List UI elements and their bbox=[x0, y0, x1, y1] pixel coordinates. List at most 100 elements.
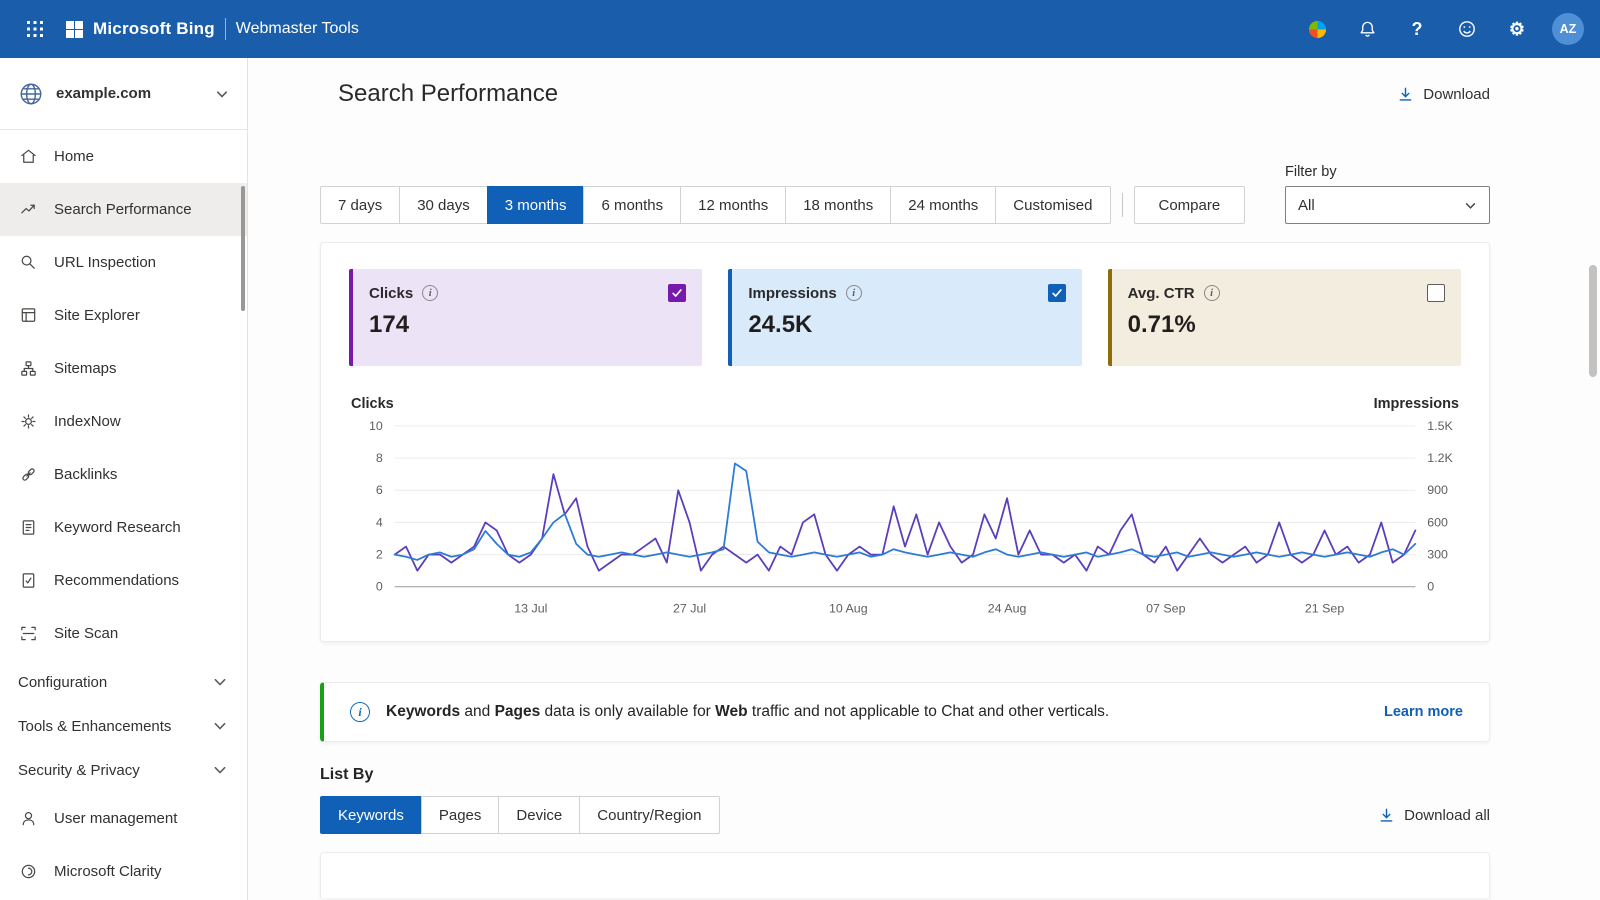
filter-row: 7 days30 days3 months6 months12 months18… bbox=[320, 164, 1490, 224]
svg-text:13 Jul: 13 Jul bbox=[514, 602, 547, 616]
sidebar-item-label: URL Inspection bbox=[54, 254, 156, 271]
results-table-start bbox=[320, 852, 1490, 898]
sidebar-item-recommendations[interactable]: Recommendations bbox=[0, 554, 247, 607]
person-icon bbox=[18, 809, 38, 829]
svg-text:21 Sep: 21 Sep bbox=[1305, 602, 1344, 616]
metric-card-impressions[interactable]: Impressionsi 24.5K bbox=[728, 269, 1081, 366]
sidebar-nav: Home Search Performance URL Inspection Site… bbox=[0, 130, 247, 898]
sidebar-item-url-inspection[interactable]: URL Inspection bbox=[0, 236, 247, 289]
range-tab-6-months[interactable]: 6 months bbox=[583, 186, 681, 224]
sidebar-item-label: Home bbox=[54, 148, 94, 165]
sidebar-item-sitemaps[interactable]: Sitemaps bbox=[0, 342, 247, 395]
svg-text:8: 8 bbox=[376, 451, 383, 465]
metric-checkbox[interactable] bbox=[668, 284, 686, 302]
svg-text:07 Sep: 07 Sep bbox=[1146, 602, 1185, 616]
range-tab-30-days[interactable]: 30 days bbox=[399, 186, 488, 224]
top-bar: Microsoft Bing Webmaster Tools ? ⚙ AZ bbox=[0, 0, 1600, 58]
download-icon bbox=[1397, 86, 1414, 103]
download-label: Download bbox=[1423, 86, 1490, 103]
site-selector[interactable]: example.com bbox=[0, 58, 247, 130]
page-scrollbar[interactable] bbox=[1589, 265, 1597, 377]
sidebar-item-keyword-research[interactable]: Keyword Research bbox=[0, 501, 247, 554]
notifications-bell-icon[interactable] bbox=[1348, 10, 1386, 48]
sidebar-item-label: Search Performance bbox=[54, 201, 192, 218]
info-icon[interactable]: i bbox=[422, 285, 438, 301]
sidebar-item-search-performance[interactable]: Search Performance bbox=[0, 183, 247, 236]
sidebar-section-tools-enhancements[interactable]: Tools & Enhancements bbox=[0, 704, 247, 748]
filter-select[interactable]: All bbox=[1285, 186, 1490, 224]
copilot-icon[interactable] bbox=[1298, 10, 1336, 48]
list-by-row: KeywordsPagesDeviceCountry/Region Downlo… bbox=[320, 796, 1490, 834]
range-tab-24-months[interactable]: 24 months bbox=[890, 186, 996, 224]
range-tab-12-months[interactable]: 12 months bbox=[680, 186, 786, 224]
sidebar-item-home[interactable]: Home bbox=[0, 130, 247, 183]
filter-select-value: All bbox=[1298, 197, 1315, 214]
sidebar-section-configuration[interactable]: Configuration bbox=[0, 660, 247, 704]
range-tab-customised[interactable]: Customised bbox=[995, 186, 1110, 224]
svg-text:1.5K: 1.5K bbox=[1427, 419, 1453, 433]
range-tab-18-months[interactable]: 18 months bbox=[785, 186, 891, 224]
help-icon[interactable]: ? bbox=[1398, 10, 1436, 48]
range-tab-7-days[interactable]: 7 days bbox=[320, 186, 400, 224]
chevron-down-icon bbox=[213, 763, 227, 777]
sidebar-item-microsoft-clarity[interactable]: Microsoft Clarity bbox=[0, 845, 247, 898]
download-button[interactable]: Download bbox=[1397, 86, 1490, 103]
link-icon bbox=[18, 465, 38, 485]
sidebar-item-site-explorer[interactable]: Site Explorer bbox=[0, 289, 247, 342]
clarity-icon bbox=[18, 862, 38, 882]
sidebar-item-label: Site Explorer bbox=[54, 307, 140, 324]
range-tab-3-months[interactable]: 3 months bbox=[487, 186, 585, 224]
svg-text:27 Jul: 27 Jul bbox=[673, 602, 706, 616]
svg-text:2: 2 bbox=[376, 548, 383, 562]
user-avatar[interactable]: AZ bbox=[1552, 13, 1584, 45]
listby-tab-device[interactable]: Device bbox=[498, 796, 580, 834]
page-title: Search Performance bbox=[338, 80, 558, 108]
chart-container: 024681003006009001.2K1.5K13 Jul27 Jul10 … bbox=[349, 414, 1461, 631]
trend-icon bbox=[18, 200, 38, 220]
svg-text:0: 0 bbox=[376, 580, 383, 594]
metric-checkbox[interactable] bbox=[1048, 284, 1066, 302]
keyword-icon bbox=[18, 518, 38, 538]
banner-text-segment: data is only available for bbox=[540, 703, 715, 720]
learn-more-link[interactable]: Learn more bbox=[1384, 704, 1463, 720]
metric-value: 24.5K bbox=[748, 311, 1065, 339]
svg-text:10 Aug: 10 Aug bbox=[829, 602, 868, 616]
svg-text:6: 6 bbox=[376, 483, 383, 497]
performance-line-chart[interactable]: 024681003006009001.2K1.5K13 Jul27 Jul10 … bbox=[349, 414, 1461, 626]
settings-gear-icon[interactable]: ⚙ bbox=[1498, 10, 1536, 48]
metric-checkbox[interactable] bbox=[1427, 284, 1445, 302]
sidebar-item-label: Recommendations bbox=[54, 572, 179, 589]
compare-button[interactable]: Compare bbox=[1134, 186, 1246, 224]
info-icon[interactable]: i bbox=[1204, 285, 1220, 301]
download-all-button[interactable]: Download all bbox=[1378, 807, 1490, 824]
sidebar-item-user-management[interactable]: User management bbox=[0, 792, 247, 845]
brand-divider bbox=[225, 18, 226, 40]
page-header: Search Performance Download bbox=[248, 58, 1600, 130]
info-icon[interactable]: i bbox=[846, 285, 862, 301]
banner-text-segment: Pages bbox=[495, 703, 541, 720]
list-by-tabs: KeywordsPagesDeviceCountry/Region bbox=[320, 796, 720, 834]
sidebar-item-label: User management bbox=[54, 810, 177, 827]
app-launcher-icon[interactable] bbox=[16, 10, 54, 48]
metric-card-clicks[interactable]: Clicksi174 bbox=[349, 269, 702, 366]
sidebar-item-site-scan[interactable]: Site Scan bbox=[0, 607, 247, 660]
listby-tab-keywords[interactable]: Keywords bbox=[320, 796, 422, 834]
site-explorer-icon bbox=[18, 306, 38, 326]
svg-text:4: 4 bbox=[376, 515, 383, 529]
sidebar-item-indexnow[interactable]: IndexNow bbox=[0, 395, 247, 448]
sidebar-scrollbar[interactable] bbox=[241, 186, 245, 311]
listby-tab-country-region[interactable]: Country/Region bbox=[579, 796, 719, 834]
sidebar-item-backlinks[interactable]: Backlinks bbox=[0, 448, 247, 501]
metric-card-top: Impressionsi bbox=[748, 284, 1065, 302]
sidebar-item-label: IndexNow bbox=[54, 413, 121, 430]
sidebar-section-label: Tools & Enhancements bbox=[18, 718, 171, 735]
microsoft-logo-icon bbox=[66, 21, 83, 38]
feedback-smiley-icon[interactable] bbox=[1448, 10, 1486, 48]
listby-tab-pages[interactable]: Pages bbox=[421, 796, 500, 834]
sidebar-section-security-privacy[interactable]: Security & Privacy bbox=[0, 748, 247, 792]
download-all-label: Download all bbox=[1404, 807, 1490, 824]
main: Search Performance Download 7 days30 day… bbox=[248, 58, 1600, 900]
info-banner: i Keywords and Pages data is only availa… bbox=[320, 682, 1490, 742]
svg-text:1.2K: 1.2K bbox=[1427, 451, 1453, 465]
metric-card-avg-ctr[interactable]: Avg. CTRi0.71% bbox=[1108, 269, 1461, 366]
